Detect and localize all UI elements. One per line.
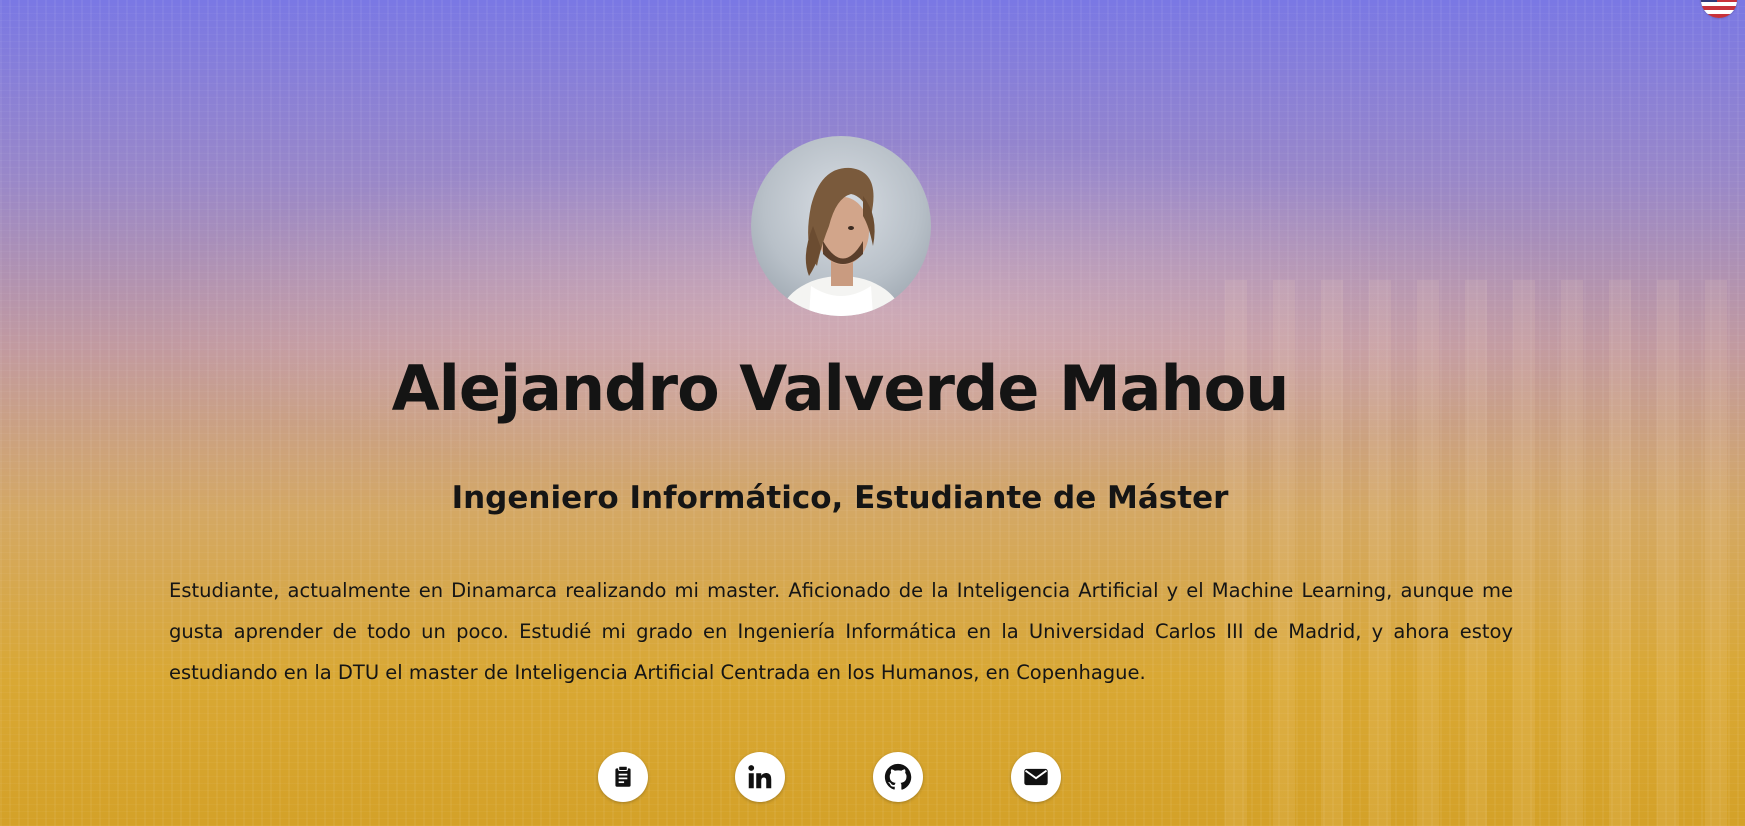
profile-bio: Estudiante, actualmente en Dinamarca rea… xyxy=(169,579,1513,684)
profile-name: Alejandro Valverde Mahou xyxy=(391,352,1290,425)
email-icon xyxy=(1024,768,1048,786)
avatar-photo xyxy=(779,167,903,316)
social-links xyxy=(0,752,1745,802)
email-button[interactable] xyxy=(1011,752,1061,802)
us-flag-icon[interactable] xyxy=(1701,0,1737,18)
flag-canton xyxy=(1701,0,1717,2)
github-button[interactable] xyxy=(873,752,923,802)
resume-button[interactable] xyxy=(598,752,648,802)
profile-title: Ingeniero Informático, Estudiante de Más… xyxy=(451,480,1229,516)
linkedin-icon xyxy=(748,765,772,789)
github-icon xyxy=(884,763,912,790)
avatar xyxy=(751,136,931,316)
linkedin-button[interactable] xyxy=(735,752,785,802)
resume-icon xyxy=(615,765,631,787)
